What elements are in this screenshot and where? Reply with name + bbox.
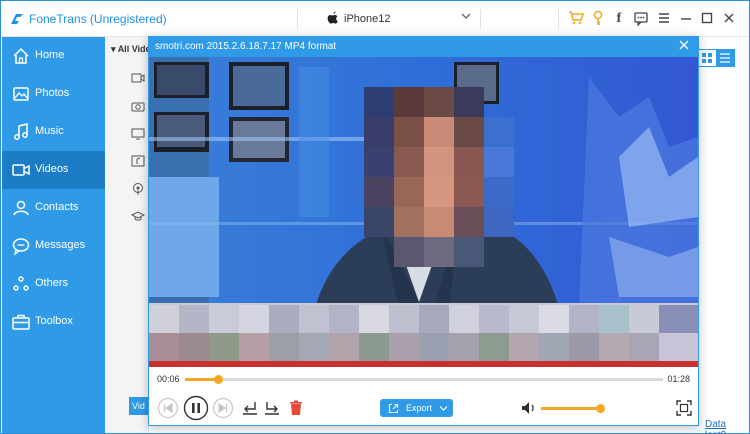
all-videos-header[interactable]: ▾ All Vide [111,44,151,55]
chevron-down-icon [439,406,448,411]
music-video-icon[interactable] [131,154,145,168]
export-icon [388,403,399,414]
video-category-panel: ▾ All Vide [105,37,151,433]
itunes-u-icon[interactable] [131,209,145,223]
video-player-dialog: smotri.com 2015.2.6.18.7.17 MP4 format 0… [148,36,699,426]
sidebar-item-videos[interactable]: Videos [2,151,105,189]
toolbox-icon [12,314,30,330]
pause-button[interactable] [183,395,209,421]
video-still [149,57,698,367]
menu-icon[interactable] [655,10,673,28]
seek-bar[interactable] [185,375,663,384]
pause-icon [183,395,209,421]
messages-icon [12,238,30,256]
home-icon [13,47,29,64]
trash-icon [290,400,302,415]
others-icon [13,276,29,291]
volume-slider[interactable] [541,404,605,413]
export-button[interactable]: Export [380,399,453,417]
sidebar-item-label: Others [35,277,69,289]
sidebar: Home Photos Music Videos Contacts Messag… [2,37,105,433]
search-field[interactable] [480,9,559,29]
sidebar-item-photos[interactable]: Photos [2,75,105,113]
sidebar-item-label: Home [35,49,65,61]
sidebar-item-music[interactable]: Music [2,113,105,151]
app-window: FoneTrans (Unregistered) iPhone12 f Home… [0,0,750,434]
sidebar-item-label: Videos [35,163,69,175]
sidebar-item-label: Music [35,125,64,137]
player-close-icon[interactable] [678,39,690,54]
player-title: smotri.com 2015.2.6.18.7.17 MP4 format [155,41,337,52]
chevron-down-icon[interactable] [461,10,471,24]
progress-row: 00:06 01:28 [149,371,698,387]
skip-forward-icon [212,397,234,419]
list-view-icon[interactable] [716,50,734,66]
device-separator [297,9,298,29]
sidebar-item-label: Contacts [35,201,79,213]
sidebar-item-messages[interactable]: Messages [2,227,105,265]
movies-icon[interactable] [131,71,145,85]
close-icon[interactable] [720,10,738,28]
fullscreen-button[interactable] [673,397,695,419]
player-controls: Export [149,393,698,423]
delete-button[interactable] [285,397,307,419]
volume-fill [541,407,601,410]
skip-back-icon [157,397,179,419]
total-time: 01:28 [667,374,690,384]
volume-icon [522,402,534,414]
volume-button[interactable] [519,398,539,418]
sidebar-item-label: Photos [35,87,70,99]
grid-view-icon[interactable] [698,50,716,66]
device-name[interactable]: iPhone12 [344,13,391,25]
seek-bar-thumb[interactable] [214,375,224,384]
photos-icon [13,87,29,101]
set-start-icon [243,402,257,415]
minimize-icon[interactable] [677,10,695,28]
skip-forward-button[interactable] [212,397,234,419]
maximize-icon[interactable] [698,10,716,28]
volume-thumb[interactable] [596,404,605,413]
sidebar-item-home[interactable]: Home [2,37,105,75]
music-icon [14,123,28,140]
skip-back-button[interactable] [157,397,179,419]
app-title: FoneTrans (Unregistered) [29,12,167,26]
title-bar: FoneTrans (Unregistered) iPhone12 f [1,1,749,37]
view-toggle [697,49,735,67]
tv-icon[interactable] [131,127,145,141]
podcast-icon[interactable] [131,182,145,196]
facebook-icon[interactable]: f [610,10,628,28]
sidebar-item-others[interactable]: Others [2,265,105,303]
sidebar-item-label: Toolbox [35,315,73,327]
current-time: 00:06 [157,374,180,384]
sidebar-item-label: Messages [35,239,86,251]
camera-icon[interactable] [131,99,145,113]
export-label: Export [406,403,433,413]
set-start-button[interactable] [239,397,261,419]
key-icon[interactable] [589,10,607,28]
apple-icon [327,11,339,28]
player-title-bar: smotri.com 2015.2.6.18.7.17 MP4 format [149,37,698,57]
seek-bar-fill [185,378,219,381]
sidebar-item-contacts[interactable]: Contacts [2,189,105,227]
all-videos-label: All Vide [117,44,151,54]
data-lost-link[interactable]: Data lost? [705,419,749,434]
video-frame[interactable] [149,57,698,367]
sidebar-item-toolbox[interactable]: Toolbox [2,303,105,341]
set-end-icon [265,402,279,415]
videos-icon [12,164,30,176]
cart-icon[interactable] [567,10,585,28]
contacts-icon [13,200,29,216]
chat-icon[interactable] [632,10,650,28]
set-end-button[interactable] [261,397,283,419]
fonetrans-logo-icon [11,14,23,24]
fullscreen-icon [676,400,692,416]
